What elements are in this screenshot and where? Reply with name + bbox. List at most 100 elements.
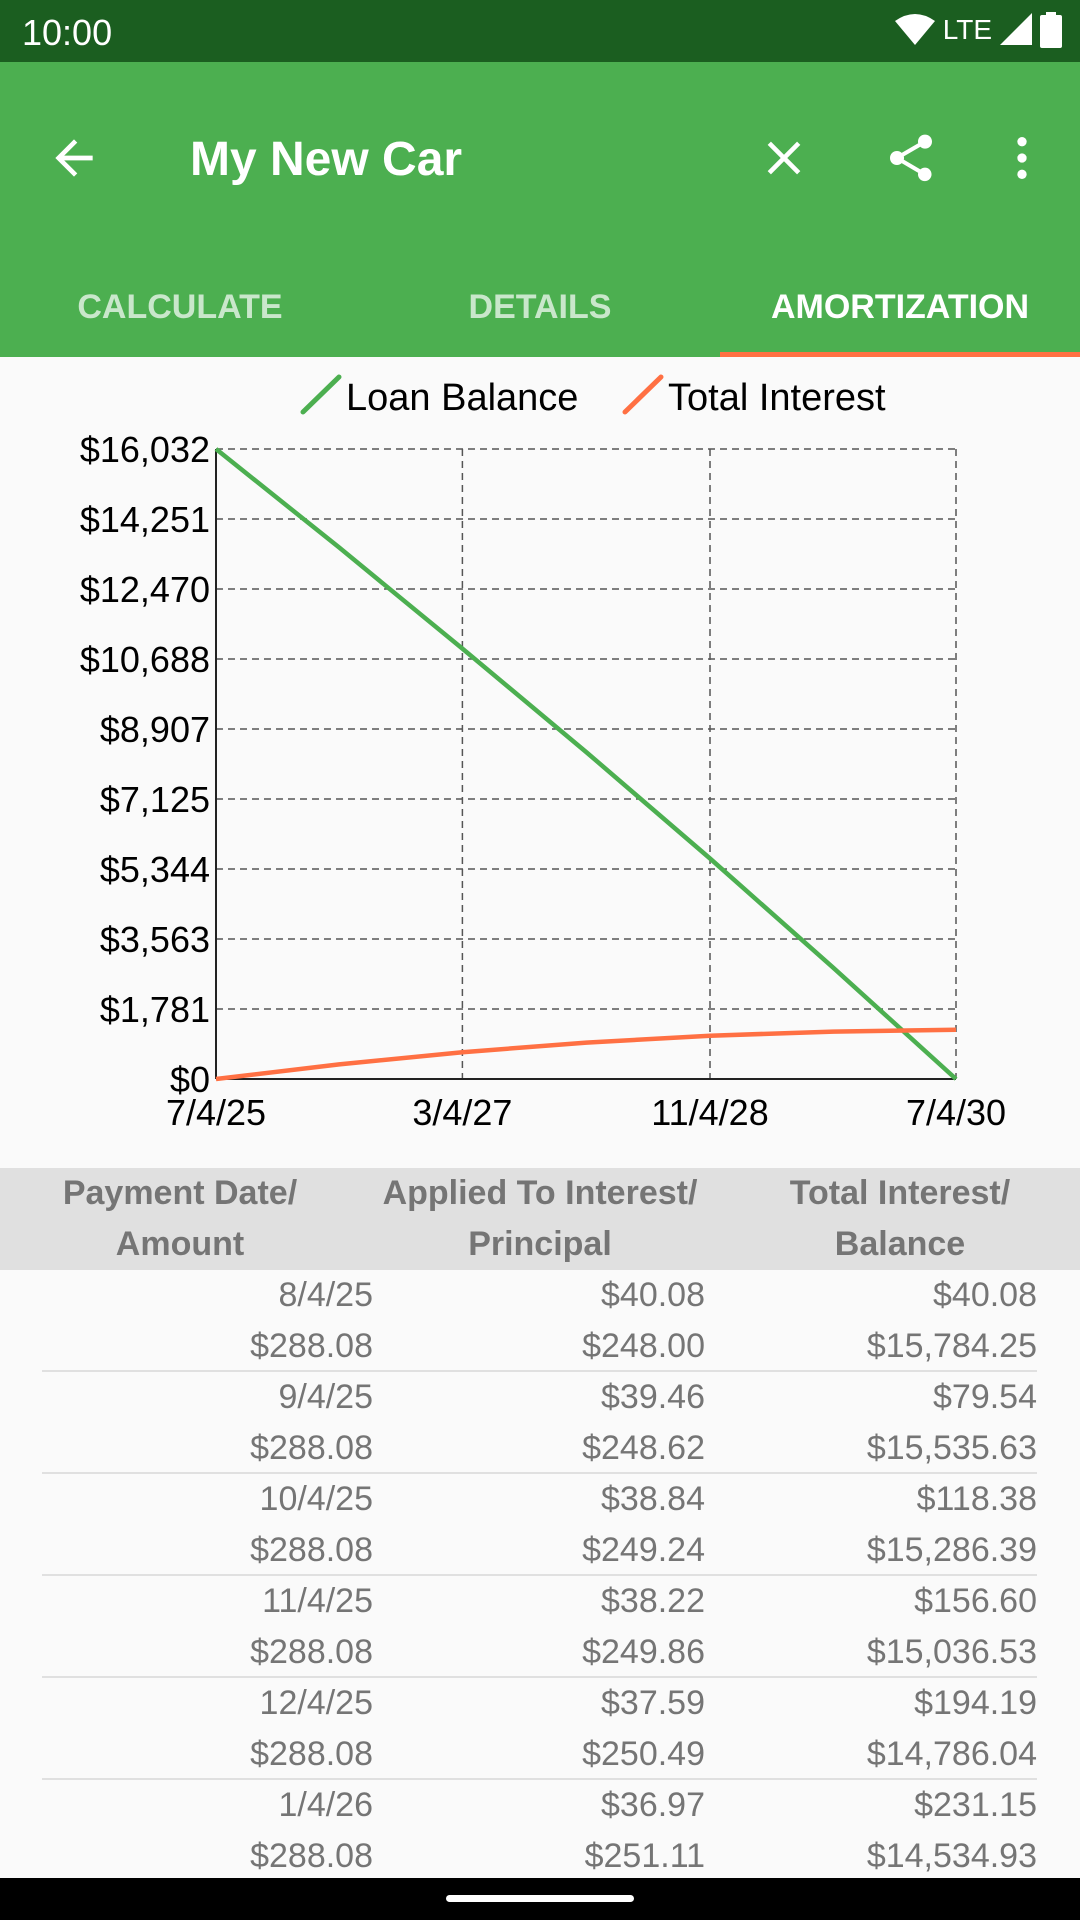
cell-value: $288.08 (250, 1327, 373, 1365)
applied-cell: $40.08 $248.00 (582, 1270, 705, 1372)
navigation-bar (0, 1878, 1080, 1920)
cell-value: $156.60 (914, 1582, 1037, 1620)
cell-value: $288.08 (250, 1735, 373, 1773)
wifi-icon (894, 14, 935, 45)
cell-value: $38.22 (601, 1582, 705, 1620)
payment-cell: 12/4/25 $288.08 (250, 1678, 373, 1780)
status-bar: 10:00 LTE (0, 0, 1080, 62)
y-tick-label: $1,781 (100, 989, 210, 1030)
cell-value: 8/4/25 (278, 1276, 373, 1314)
more-vert-icon[interactable] (994, 130, 1050, 186)
tab-details[interactable]: DETAILS (360, 272, 720, 357)
cell-value: $288.08 (250, 1429, 373, 1467)
amortization-chart: $0$1,781$3,563$5,344$7,125$8,907$10,688$… (80, 374, 1006, 1133)
app-bar: My New Car CALCULATE DETAILS AMORTIZATIO… (0, 62, 1080, 357)
payment-cell: 1/4/26 $288.08 (250, 1780, 373, 1878)
payment-cell: 8/4/25 $288.08 (250, 1270, 373, 1372)
y-tick-label: $16,032 (80, 429, 210, 470)
status-time: 10:00 (22, 12, 113, 53)
applied-cell: $36.97 $251.11 (585, 1780, 705, 1878)
total-interest-line (215, 1027, 957, 1082)
cell-value: $36.97 (601, 1786, 705, 1824)
total-cell: $194.19 $14,786.04 (867, 1678, 1037, 1780)
y-tick-label: $5,344 (100, 849, 210, 890)
cell-value: $40.08 (933, 1276, 1037, 1314)
x-tick-label: 3/4/27 (412, 1092, 512, 1133)
amortization-table[interactable]: 8/4/25 $288.08 $40.08 $248.00 $40.08 $15,784.… (0, 1270, 1080, 1878)
page-title: My New Car (190, 133, 463, 186)
cell-value: $118.38 (916, 1480, 1037, 1518)
table-row: 10/4/25 $288.08 $38.84 $249.24 $118.38 $15,28… (42, 1474, 1037, 1576)
cell-value: $194.19 (914, 1684, 1037, 1722)
cell-value: $288.08 (250, 1633, 373, 1671)
legend-label: Loan Balance (346, 377, 578, 419)
header-payment-date: Payment Date/Amount (62, 1174, 298, 1263)
cell-value: $14,534.93 (866, 1837, 1037, 1875)
table-row: 11/4/25 $288.08 $38.22 $249.86 $156.60 $15,03… (42, 1576, 1037, 1678)
cell-value: $15,286.39 (866, 1531, 1037, 1569)
cell-value: $251.11 (584, 1837, 705, 1875)
cell-value: $250.49 (582, 1735, 705, 1773)
applied-cell: $37.59 $250.49 (582, 1678, 705, 1780)
cell-value: $249.24 (582, 1531, 705, 1569)
cell-value: 9/4/25 (278, 1378, 373, 1416)
close-icon[interactable] (756, 130, 812, 186)
cell-value: $39.46 (601, 1378, 705, 1416)
total-cell: $231.15 $14,534.93 (867, 1780, 1037, 1878)
x-tick-label: 7/4/25 (166, 1092, 266, 1133)
table-row: 8/4/25 $288.08 $40.08 $248.00 $40.08 $15,784.… (42, 1270, 1037, 1372)
legend-label: Total Interest (668, 377, 886, 419)
network-type: LTE (942, 14, 992, 45)
cell-value: $15,535.63 (866, 1429, 1037, 1467)
payment-cell: 9/4/25 $288.08 (250, 1372, 373, 1474)
payment-cell: 11/4/25 $288.08 (250, 1576, 373, 1678)
applied-cell: $38.22 $249.86 (582, 1576, 705, 1678)
signal-icon (1000, 13, 1032, 45)
battery-icon (1040, 12, 1062, 48)
home-handle[interactable] (446, 1895, 634, 1902)
y-tick-label: $3,563 (100, 919, 210, 960)
total-cell: $40.08 $15,784.25 (867, 1270, 1037, 1372)
share-icon[interactable] (883, 130, 939, 186)
applied-cell: $39.46 $248.62 (582, 1372, 705, 1474)
cell-value: 11/4/25 (262, 1582, 373, 1620)
cell-value: $248.62 (582, 1429, 705, 1467)
table-row: 12/4/25 $288.08 $37.59 $250.49 $194.19 $14,78… (42, 1678, 1037, 1780)
cell-value: 1/4/26 (278, 1786, 373, 1824)
cell-value: $248.00 (582, 1327, 705, 1365)
cell-value: $15,784.25 (866, 1327, 1037, 1365)
total-cell: $156.60 $15,036.53 (867, 1576, 1037, 1678)
cell-value: $14,786.04 (866, 1735, 1037, 1773)
legend-swatch (300, 374, 342, 415)
table-row: 1/4/26 $288.08 $36.97 $251.11 $231.15 $14,534… (42, 1780, 1037, 1878)
cell-value: $231.15 (914, 1786, 1037, 1824)
legend-swatch (622, 374, 664, 415)
y-tick-label: $7,125 (100, 779, 210, 820)
header-total: Total Interest/Balance (789, 1174, 1011, 1263)
cell-value: 12/4/25 (259, 1684, 373, 1722)
cell-value: $40.08 (601, 1276, 705, 1314)
x-tick-label: 7/4/30 (906, 1092, 1006, 1133)
payment-cell: 10/4/25 $288.08 (250, 1474, 373, 1576)
cell-value: $15,036.53 (866, 1633, 1037, 1671)
y-tick-label: $10,688 (80, 639, 210, 680)
y-tick-label: $12,470 (80, 569, 210, 610)
tab-bar: CALCULATE DETAILS AMORTIZATION (0, 272, 1080, 357)
cell-value: $79.54 (933, 1378, 1037, 1416)
x-tick-label: 11/4/28 (651, 1092, 768, 1133)
y-tick-label: $8,907 (100, 709, 210, 750)
cell-value: $38.84 (601, 1480, 705, 1518)
tab-amortization[interactable]: AMORTIZATION (720, 272, 1080, 357)
cell-value: $37.59 (601, 1684, 705, 1722)
cell-value: $288.08 (250, 1837, 373, 1875)
back-arrow-icon[interactable] (46, 130, 102, 186)
header-applied: Applied To Interest/Principal (382, 1174, 698, 1263)
total-cell: $79.54 $15,535.63 (867, 1372, 1037, 1474)
cell-value: $249.86 (582, 1633, 705, 1671)
tab-calculate[interactable]: CALCULATE (0, 272, 360, 357)
applied-cell: $38.84 $249.24 (582, 1474, 705, 1576)
table-row: 9/4/25 $288.08 $39.46 $248.62 $79.54 $15,535.… (42, 1372, 1037, 1474)
y-tick-label: $14,251 (80, 499, 210, 540)
table-header: Payment Date/Amount Applied To Interest/… (0, 1168, 1080, 1270)
cell-value: $288.08 (250, 1531, 373, 1569)
